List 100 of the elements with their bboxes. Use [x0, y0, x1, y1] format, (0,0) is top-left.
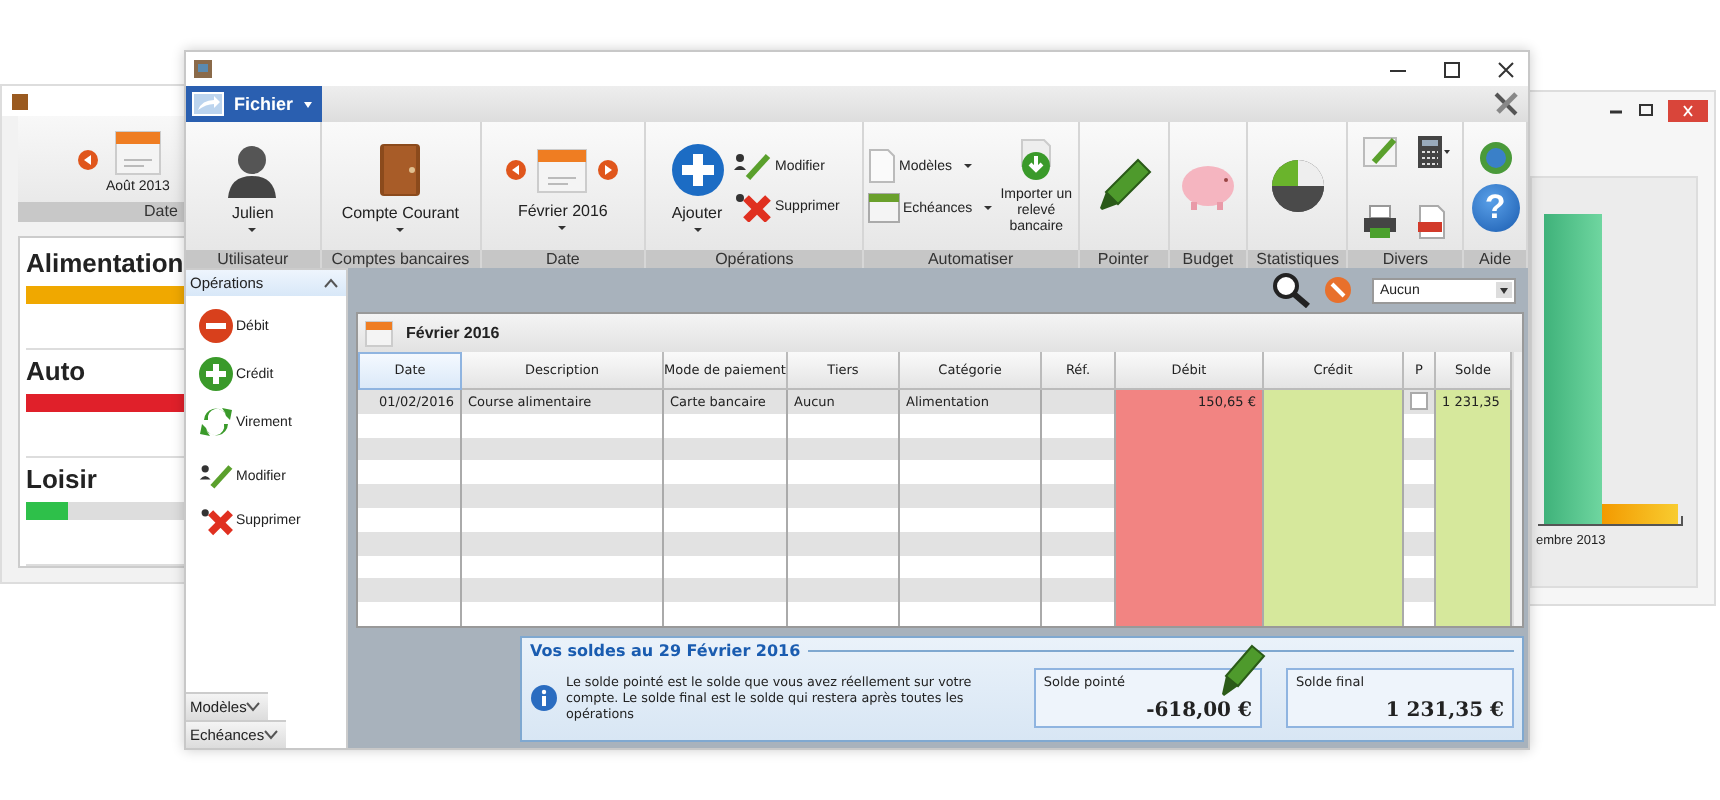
- caret-icon: [558, 225, 567, 229]
- budget-name: Loisir: [26, 464, 97, 494]
- table-cell: [900, 531, 1042, 556]
- table-cell: [788, 578, 900, 603]
- table-cell: [900, 578, 1042, 603]
- add-button[interactable]: Ajouter: [669, 141, 725, 231]
- table-cell: [1042, 484, 1116, 508]
- balance-value: -618,00 €: [1146, 699, 1252, 722]
- table-cell: [664, 437, 788, 461]
- close-icon[interactable]: [1496, 59, 1516, 79]
- search-icon[interactable]: [1272, 272, 1312, 308]
- table-cell: [358, 484, 462, 508]
- calendar-icon[interactable]: [534, 143, 591, 195]
- tools-icon[interactable]: [1492, 90, 1520, 118]
- caret-icon: [248, 227, 257, 231]
- table-cell: [788, 555, 900, 579]
- edit-icon: [731, 150, 771, 182]
- chevron-icon: [264, 730, 279, 740]
- previous-icon[interactable]: [78, 150, 98, 171]
- balance-value: 1 231,35 €: [1385, 699, 1504, 722]
- table-cell: [1042, 390, 1116, 414]
- table-cell: [788, 437, 900, 461]
- caret-icon: [963, 164, 972, 168]
- refresh-icon: [198, 404, 234, 440]
- group-label: Automatiser: [863, 250, 1078, 268]
- table-cell: [1404, 578, 1436, 603]
- user-button[interactable]: Julien: [226, 141, 279, 231]
- balance-title: Vos soldes au 29 Février 2016: [530, 641, 801, 660]
- caret-icon: [984, 206, 993, 210]
- caret-icon: [396, 227, 405, 231]
- plus-icon: [669, 141, 725, 197]
- previous-icon[interactable]: [506, 159, 527, 179]
- table-cell: [664, 484, 788, 508]
- table-cell: [788, 531, 900, 556]
- table-cell: [358, 531, 462, 556]
- group-label: Divers: [1348, 250, 1463, 268]
- pie-chart-icon[interactable]: [1269, 158, 1326, 214]
- budget-name: Alimentation: [26, 248, 184, 278]
- table-cell: [664, 578, 788, 603]
- wallet-icon: [376, 141, 425, 197]
- highlighter-icon: [1218, 643, 1266, 700]
- group-label: Statistiques: [1248, 250, 1347, 268]
- table-cell: [900, 484, 1042, 508]
- group-label: Opérations: [646, 250, 862, 268]
- app-icon: [10, 91, 30, 112]
- budget-name: Auto: [26, 356, 86, 386]
- chevron-icon: [246, 702, 261, 712]
- person-icon: [226, 141, 279, 197]
- document-icon: [867, 148, 895, 184]
- caret-icon: [303, 101, 312, 107]
- edit-icon[interactable]: [1361, 133, 1398, 169]
- table-title: Février 2016: [406, 324, 500, 342]
- table-cell: [1042, 578, 1116, 603]
- next-icon[interactable]: [598, 159, 619, 179]
- checkbox[interactable]: [1410, 392, 1428, 411]
- group-label: Budget: [1169, 250, 1247, 268]
- pdf-icon[interactable]: [1413, 203, 1450, 239]
- table-cell: [1404, 484, 1436, 508]
- maximize-icon[interactable]: [1638, 102, 1654, 118]
- download-icon: [1016, 137, 1057, 181]
- table-cell: [664, 531, 788, 556]
- minus-icon: [198, 308, 234, 344]
- calendar-icon[interactable]: [111, 126, 164, 179]
- group-label: Date: [481, 250, 645, 268]
- calendar-icon: [867, 192, 899, 224]
- table-cell: [1404, 437, 1436, 461]
- app-icon: [194, 60, 212, 78]
- table-cell: [1436, 602, 1512, 626]
- table-cell: [1404, 555, 1436, 579]
- table-cell: [1042, 531, 1116, 556]
- maximize-icon[interactable]: [1442, 59, 1462, 79]
- info-icon: [530, 683, 558, 712]
- table-cell: [788, 484, 900, 508]
- arrow-icon: [192, 92, 224, 116]
- table-cell: [1042, 555, 1116, 579]
- table-cell: [900, 555, 1042, 579]
- chevron-icon: [324, 278, 338, 288]
- calendar-icon: [364, 318, 394, 348]
- month-dropdown[interactable]: Février 2016: [517, 201, 608, 229]
- table-cell: [664, 555, 788, 579]
- table-cell: [1042, 437, 1116, 461]
- table-cell: [1264, 602, 1404, 626]
- group-label: Pointer: [1079, 250, 1168, 268]
- table-cell: [1404, 531, 1436, 556]
- table-cell: [358, 578, 462, 603]
- group-label: Utilisateur: [186, 250, 320, 268]
- caret-icon: [693, 227, 701, 231]
- group-label: Aide: [1464, 250, 1526, 268]
- group-label: Comptes bancaires: [321, 250, 480, 268]
- delete-icon: [731, 190, 771, 222]
- delete-icon: [198, 504, 234, 536]
- printer-icon[interactable]: [1361, 203, 1398, 239]
- plus-icon: [198, 356, 234, 392]
- caret-icon: [1496, 282, 1512, 298]
- globe-icon[interactable]: [1477, 140, 1514, 176]
- clear-filter-icon[interactable]: [1324, 276, 1352, 304]
- edit-icon: [198, 460, 234, 492]
- file-menu-button[interactable]: Fichier: [186, 86, 322, 122]
- scrollbar[interactable]: [1512, 352, 1522, 626]
- calculator-icon[interactable]: [1413, 133, 1450, 169]
